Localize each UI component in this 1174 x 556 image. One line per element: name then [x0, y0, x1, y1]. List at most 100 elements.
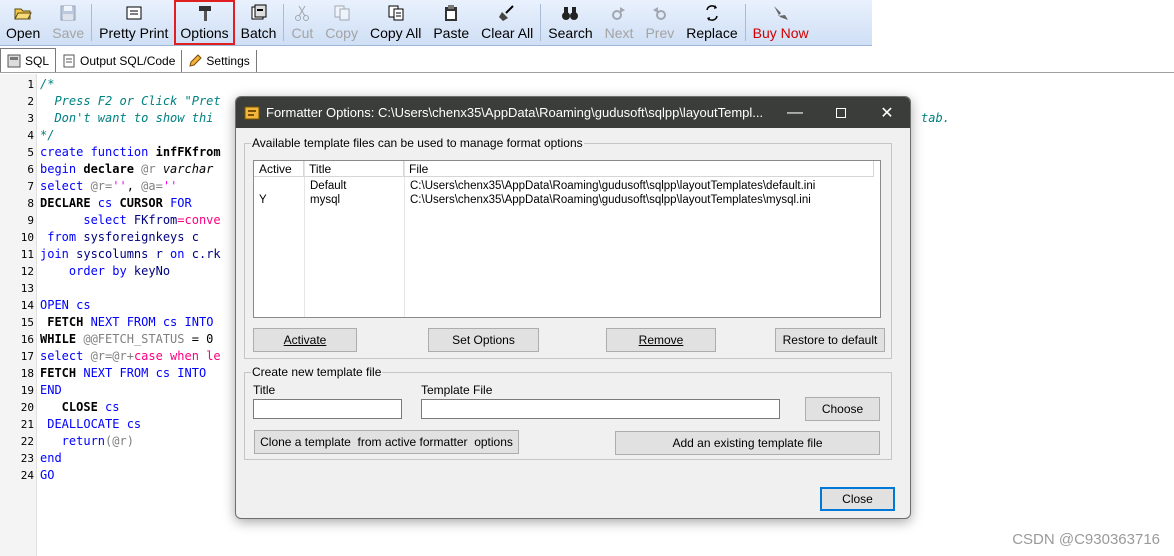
line-number: 10 — [20, 231, 34, 244]
line-number: 23 — [20, 452, 34, 465]
tab-sql[interactable]: SQL — [0, 48, 57, 72]
minimize-button[interactable]: — — [772, 97, 818, 128]
activate-button[interactable]: Activate — [253, 328, 357, 352]
code-token: DECLARE — [40, 196, 91, 210]
tab-settings[interactable]: Settings — [182, 50, 257, 72]
line-number: 16 — [20, 333, 34, 346]
cut-button[interactable]: Cut — [285, 0, 319, 45]
line-number: 22 — [20, 435, 34, 448]
choose-button[interactable]: Choose — [805, 397, 880, 421]
remove-label: Remove — [638, 333, 684, 347]
table-row[interactable]: Y mysql C:\Users\chenx35\AppData\Roaming… — [254, 193, 874, 207]
open-button[interactable]: Open — [0, 0, 46, 45]
code-token: le — [198, 349, 221, 363]
search-button[interactable]: Search — [542, 0, 598, 45]
code-line-1: /* — [40, 77, 55, 91]
clipboard-icon — [445, 5, 458, 21]
copy-label: Copy — [325, 25, 358, 41]
paste-button[interactable]: Paste — [427, 0, 475, 45]
add-existing-template-button[interactable]: Add an existing template file — [615, 431, 880, 455]
batch-label: Batch — [240, 25, 277, 41]
line-number: 8 — [27, 197, 34, 210]
copy-all-icon — [388, 5, 404, 21]
code-token: @r — [133, 162, 156, 176]
clone-template-button[interactable]: Clone a template from active formatter o… — [254, 430, 519, 454]
code-line-3: Don't want to show thi — [40, 111, 214, 125]
hammer-icon — [198, 6, 211, 21]
restore-default-button[interactable]: Restore to default — [775, 328, 885, 352]
line-number: 13 — [20, 282, 34, 295]
save-button[interactable]: Save — [46, 0, 90, 45]
open-folder-icon — [14, 8, 32, 20]
row-file-cell: C:\Users\chenx35\AppData\Roaming\gudusof… — [410, 180, 816, 192]
toolbar-separator — [744, 4, 746, 41]
remove-button[interactable]: Remove — [606, 328, 716, 352]
prev-button[interactable]: Prev — [639, 0, 680, 45]
column-header-title[interactable]: Title — [304, 161, 404, 176]
clear-all-button[interactable]: Clear All — [475, 0, 539, 45]
line-number: 7 — [27, 180, 34, 193]
buy-now-button[interactable]: Buy Now — [747, 0, 815, 45]
minimize-icon: — — [787, 103, 803, 121]
batch-button[interactable]: Batch — [235, 0, 283, 45]
close-button[interactable]: Close — [820, 487, 895, 511]
code-token: from — [40, 230, 77, 244]
restore-default-label: Restore to default — [782, 333, 878, 347]
code-token: DEALLOCATE — [40, 417, 120, 431]
code-token: on — [162, 247, 185, 261]
code-token: c.rk — [184, 247, 221, 261]
code-token: end — [40, 451, 62, 465]
choose-label: Choose — [821, 402, 864, 416]
buy-now-icon — [773, 6, 788, 20]
column-header-active[interactable]: Active — [254, 161, 304, 176]
column-header-file[interactable]: File — [404, 161, 874, 176]
next-button[interactable]: Next — [599, 0, 640, 45]
copy-button[interactable]: Copy — [319, 0, 364, 45]
tab-settings-label: Settings — [206, 54, 250, 68]
code-token: @r=@r+ — [83, 349, 134, 363]
row-active-cell: Y — [259, 194, 267, 206]
code-token: '' — [162, 179, 178, 193]
template-list-header: Active Title File — [254, 161, 874, 177]
tab-output-label: Output SQL/Code — [80, 54, 176, 68]
set-options-button[interactable]: Set Options — [428, 328, 539, 352]
line-number: 2 — [27, 95, 34, 108]
line-number: 1 — [27, 78, 34, 91]
scissors-icon — [295, 5, 310, 21]
code-token: FROM — [112, 366, 149, 380]
code-token: cs — [97, 400, 120, 414]
copy-all-label: Copy All — [369, 25, 422, 41]
template-list[interactable]: Active Title File Default C:\Users\chenx… — [253, 160, 881, 318]
title-input[interactable] — [253, 399, 402, 419]
cut-label: Cut — [291, 25, 314, 41]
main-toolbar: Open Save Pretty Print Options Batch Cut… — [0, 0, 872, 46]
line-number: 20 — [20, 401, 34, 414]
row-file-cell: C:\Users\chenx35\AppData\Roaming\gudusof… — [410, 194, 811, 206]
line-number: 21 — [20, 418, 34, 431]
line-number: 3 — [27, 112, 34, 125]
template-file-field-label: Template File — [421, 383, 493, 397]
prev-label: Prev — [645, 25, 675, 41]
line-number: 17 — [20, 350, 34, 363]
code-token: NEXT — [76, 366, 113, 380]
row-title-cell: Default — [310, 180, 347, 192]
replace-button[interactable]: Replace — [680, 0, 743, 45]
close-window-button[interactable]: ✕ — [864, 97, 910, 128]
copy-all-button[interactable]: Copy All — [364, 0, 427, 45]
pretty-print-button[interactable]: Pretty Print — [93, 0, 174, 45]
save-disk-icon — [60, 5, 76, 21]
code-token: FOR — [162, 196, 192, 210]
code-token: FROM — [119, 315, 156, 329]
dialog-title: Formatter Options: C:\Users\chenx35\AppD… — [266, 105, 764, 120]
template-file-input[interactable] — [421, 399, 780, 419]
create-template-group: Create new template file Title Template … — [244, 365, 892, 460]
code-token: begin — [40, 162, 77, 176]
dialog-titlebar[interactable]: Formatter Options: C:\Users\chenx35\AppD… — [236, 97, 910, 128]
table-row[interactable]: Default C:\Users\chenx35\AppData\Roaming… — [254, 179, 874, 193]
next-label: Next — [604, 25, 634, 41]
tab-output-sql-code[interactable]: Output SQL/Code — [56, 50, 183, 72]
maximize-button[interactable] — [818, 97, 864, 128]
code-token: =conve — [177, 213, 221, 227]
line-number: 4 — [27, 129, 34, 142]
options-button[interactable]: Options — [174, 0, 235, 45]
